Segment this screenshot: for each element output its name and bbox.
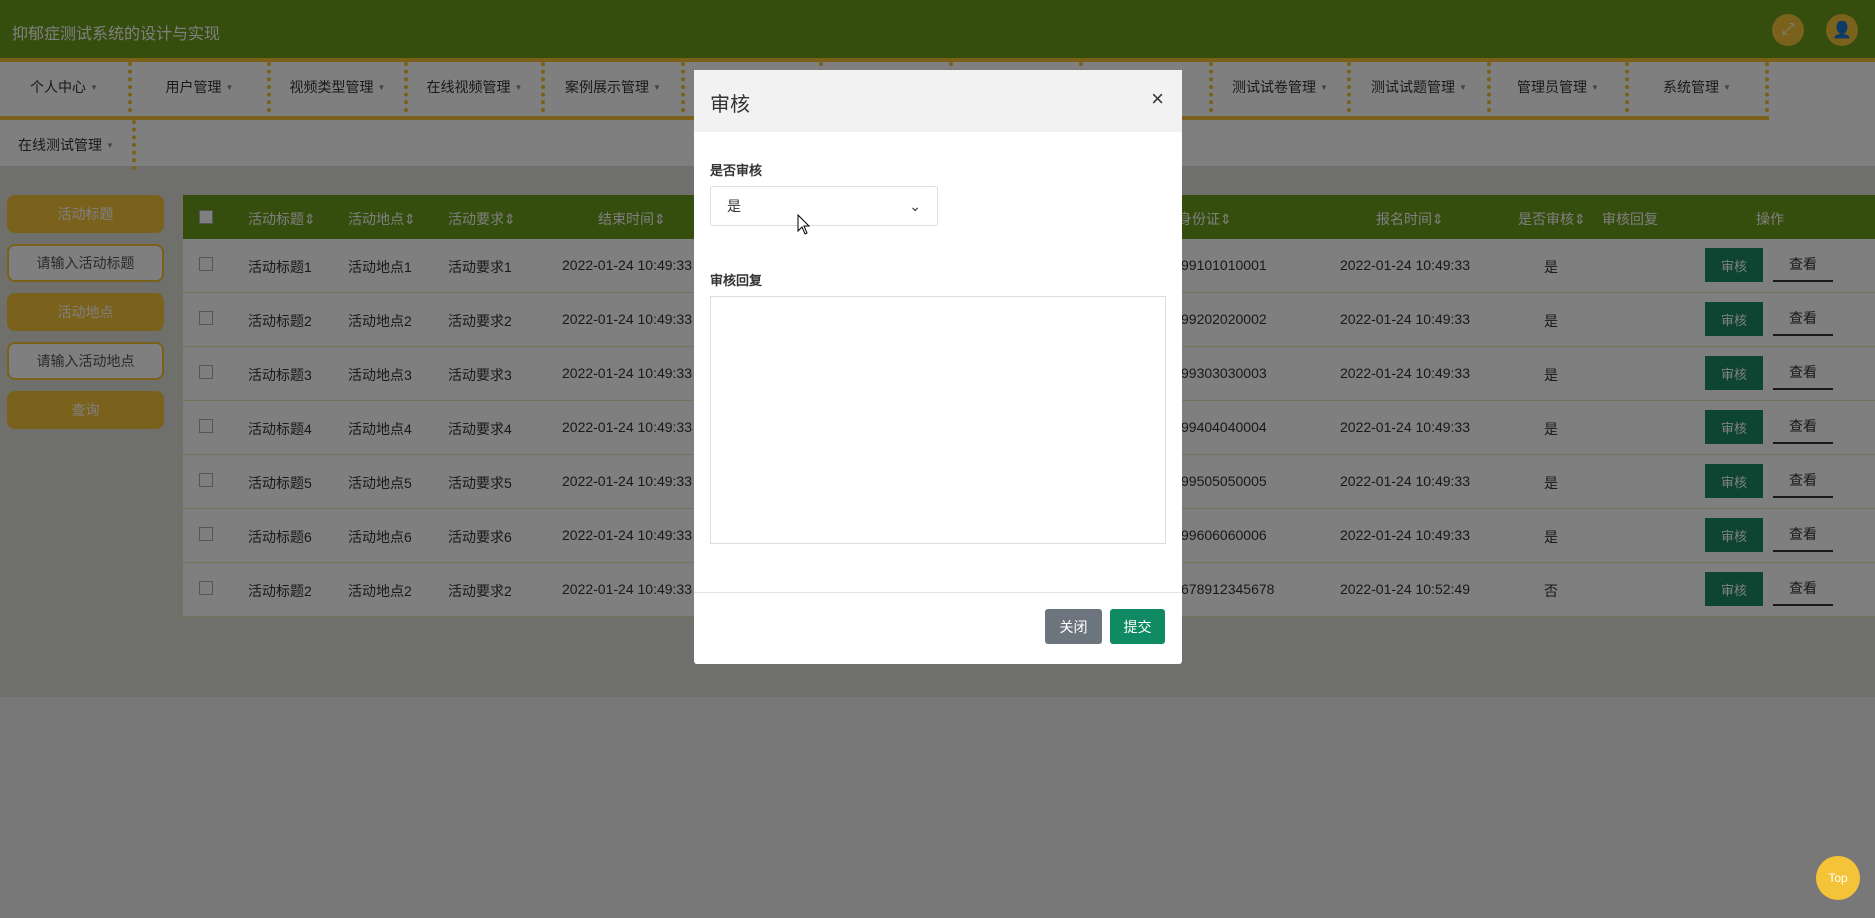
- audit-label: 是否审核: [710, 163, 763, 178]
- submit-button[interactable]: 提交: [1110, 609, 1165, 644]
- reply-textarea[interactable]: [710, 296, 1166, 544]
- audit-modal: 审核 × 是否审核 是 ⌄ 审核回复 关闭 提交: [694, 70, 1182, 664]
- mouse-cursor-icon: [797, 214, 811, 235]
- modal-footer-divider: [694, 592, 1182, 593]
- close-icon[interactable]: ×: [1151, 86, 1164, 112]
- chevron-down-icon: ⌄: [909, 197, 921, 214]
- close-button[interactable]: 关闭: [1045, 609, 1102, 644]
- modal-header: 审核 ×: [694, 70, 1182, 132]
- audit-select[interactable]: 是 ⌄: [710, 186, 938, 226]
- audit-select-value: 是: [727, 198, 741, 214]
- modal-title: 审核: [710, 94, 750, 116]
- back-to-top-button[interactable]: Top: [1816, 856, 1860, 900]
- reply-label: 审核回复: [710, 273, 763, 288]
